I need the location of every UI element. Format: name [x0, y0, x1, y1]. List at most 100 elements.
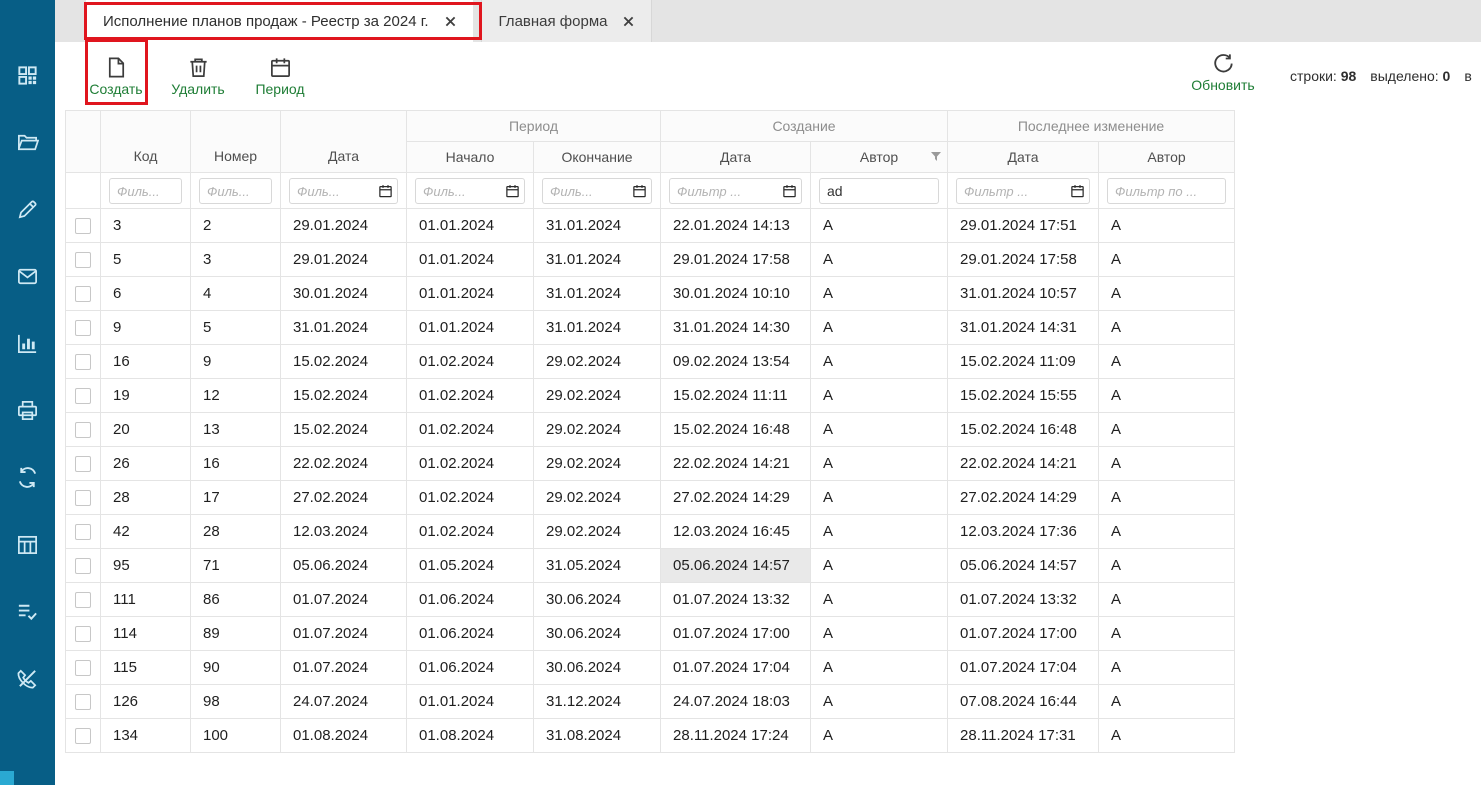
row-checkbox[interactable] [75, 320, 91, 336]
cell-number[interactable]: 16 [191, 447, 281, 481]
cell-date[interactable]: 22.02.2024 [281, 447, 407, 481]
row-checkbox-cell[interactable] [66, 685, 101, 719]
cell-date[interactable]: 15.02.2024 [281, 345, 407, 379]
cell-period_end[interactable]: 31.12.2024 [534, 685, 661, 719]
sidebar-item-folders[interactable] [0, 109, 55, 176]
cell-created_date[interactable]: 05.06.2024 14:57 [661, 549, 811, 583]
period-button[interactable]: Период [248, 56, 312, 97]
cell-modified_author[interactable]: A [1099, 277, 1235, 311]
cell-number[interactable]: 13 [191, 413, 281, 447]
cell-number[interactable]: 3 [191, 243, 281, 277]
cell-created_date[interactable]: 12.03.2024 16:45 [661, 515, 811, 549]
cell-created_author[interactable]: A [811, 651, 948, 685]
cell-code[interactable]: 9 [101, 311, 191, 345]
row-checkbox-cell[interactable] [66, 243, 101, 277]
cell-number[interactable]: 86 [191, 583, 281, 617]
column-header-date[interactable]: Дата [281, 111, 407, 173]
row-checkbox[interactable] [75, 490, 91, 506]
cell-created_date[interactable]: 15.02.2024 16:48 [661, 413, 811, 447]
cell-period_end[interactable]: 30.06.2024 [534, 617, 661, 651]
cell-modified_author[interactable]: A [1099, 447, 1235, 481]
row-checkbox-cell[interactable] [66, 515, 101, 549]
row-checkbox[interactable] [75, 524, 91, 540]
row-checkbox[interactable] [75, 388, 91, 404]
cell-period_end[interactable]: 30.06.2024 [534, 583, 661, 617]
cell-code[interactable]: 95 [101, 549, 191, 583]
tab-sales-plans-registry[interactable]: Исполнение планов продаж - Реестр за 202… [86, 0, 473, 42]
filter-input-created_author[interactable] [819, 178, 939, 204]
cell-number[interactable]: 4 [191, 277, 281, 311]
row-checkbox[interactable] [75, 456, 91, 472]
sidebar-item-registry[interactable] [0, 511, 55, 578]
refresh-button[interactable]: Обновить [1183, 53, 1263, 93]
filter-input-modified_author[interactable] [1107, 178, 1226, 204]
cell-created_date[interactable]: 01.07.2024 17:00 [661, 617, 811, 651]
row-checkbox-cell[interactable] [66, 413, 101, 447]
cell-date[interactable]: 24.07.2024 [281, 685, 407, 719]
cell-created_author[interactable]: A [811, 447, 948, 481]
column-header-number[interactable]: Номер [191, 111, 281, 173]
table-row[interactable]: 13410001.08.202401.08.202431.08.202428.1… [66, 719, 1235, 753]
sidebar-item-mail[interactable] [0, 243, 55, 310]
cell-modified_author[interactable]: A [1099, 617, 1235, 651]
cell-modified_author[interactable]: A [1099, 311, 1235, 345]
cell-created_date[interactable]: 27.02.2024 14:29 [661, 481, 811, 515]
cell-period_start[interactable]: 01.02.2024 [407, 379, 534, 413]
cell-number[interactable]: 71 [191, 549, 281, 583]
cell-date[interactable]: 01.07.2024 [281, 617, 407, 651]
table-row[interactable]: 9531.01.202401.01.202431.01.202431.01.20… [66, 311, 1235, 345]
row-checkbox-cell[interactable] [66, 481, 101, 515]
calendar-icon[interactable] [632, 183, 647, 198]
sidebar-item-tasks[interactable] [0, 578, 55, 645]
cell-period_end[interactable]: 29.02.2024 [534, 379, 661, 413]
cell-created_author[interactable]: A [811, 413, 948, 447]
cell-modified_date[interactable]: 07.08.2024 16:44 [948, 685, 1099, 719]
cell-created_date[interactable]: 31.01.2024 14:30 [661, 311, 811, 345]
cell-period_end[interactable]: 29.02.2024 [534, 481, 661, 515]
delete-button[interactable]: Удалить [166, 56, 230, 97]
row-checkbox-cell[interactable] [66, 583, 101, 617]
cell-modified_author[interactable]: A [1099, 583, 1235, 617]
cell-created_author[interactable]: A [811, 685, 948, 719]
cell-modified_author[interactable]: A [1099, 379, 1235, 413]
cell-period_start[interactable]: 01.08.2024 [407, 719, 534, 753]
row-checkbox-cell[interactable] [66, 379, 101, 413]
cell-modified_date[interactable]: 22.02.2024 14:21 [948, 447, 1099, 481]
calendar-icon[interactable] [505, 183, 520, 198]
cell-date[interactable]: 15.02.2024 [281, 379, 407, 413]
cell-created_date[interactable]: 15.02.2024 11:11 [661, 379, 811, 413]
column-header-modified-author[interactable]: Автор [1099, 142, 1235, 173]
cell-period_end[interactable]: 31.01.2024 [534, 209, 661, 243]
cell-modified_date[interactable]: 31.01.2024 10:57 [948, 277, 1099, 311]
create-button[interactable]: Создать [84, 56, 148, 97]
table-row[interactable]: 1159001.07.202401.06.202430.06.202401.07… [66, 651, 1235, 685]
cell-modified_date[interactable]: 12.03.2024 17:36 [948, 515, 1099, 549]
cell-created_date[interactable]: 22.01.2024 14:13 [661, 209, 811, 243]
cell-created_author[interactable]: A [811, 311, 948, 345]
cell-code[interactable]: 5 [101, 243, 191, 277]
cell-number[interactable]: 12 [191, 379, 281, 413]
cell-number[interactable]: 98 [191, 685, 281, 719]
cell-modified_author[interactable]: A [1099, 243, 1235, 277]
row-checkbox-cell[interactable] [66, 277, 101, 311]
cell-code[interactable]: 115 [101, 651, 191, 685]
cell-date[interactable]: 29.01.2024 [281, 209, 407, 243]
row-checkbox[interactable] [75, 660, 91, 676]
cell-code[interactable]: 19 [101, 379, 191, 413]
cell-modified_date[interactable]: 31.01.2024 14:31 [948, 311, 1099, 345]
cell-period_end[interactable]: 29.02.2024 [534, 515, 661, 549]
tab-close-button[interactable] [445, 16, 456, 27]
cell-created_author[interactable]: A [811, 345, 948, 379]
table-row[interactable]: 281727.02.202401.02.202429.02.202427.02.… [66, 481, 1235, 515]
cell-modified_date[interactable]: 01.07.2024 17:00 [948, 617, 1099, 651]
cell-date[interactable]: 15.02.2024 [281, 413, 407, 447]
filter-input-number[interactable] [199, 178, 272, 204]
table-row[interactable]: 6430.01.202401.01.202431.01.202430.01.20… [66, 277, 1235, 311]
cell-created_date[interactable]: 24.07.2024 18:03 [661, 685, 811, 719]
cell-modified_author[interactable]: A [1099, 345, 1235, 379]
cell-code[interactable]: 6 [101, 277, 191, 311]
calendar-icon[interactable] [1070, 183, 1085, 198]
cell-date[interactable]: 27.02.2024 [281, 481, 407, 515]
cell-modified_author[interactable]: A [1099, 685, 1235, 719]
cell-date[interactable]: 12.03.2024 [281, 515, 407, 549]
